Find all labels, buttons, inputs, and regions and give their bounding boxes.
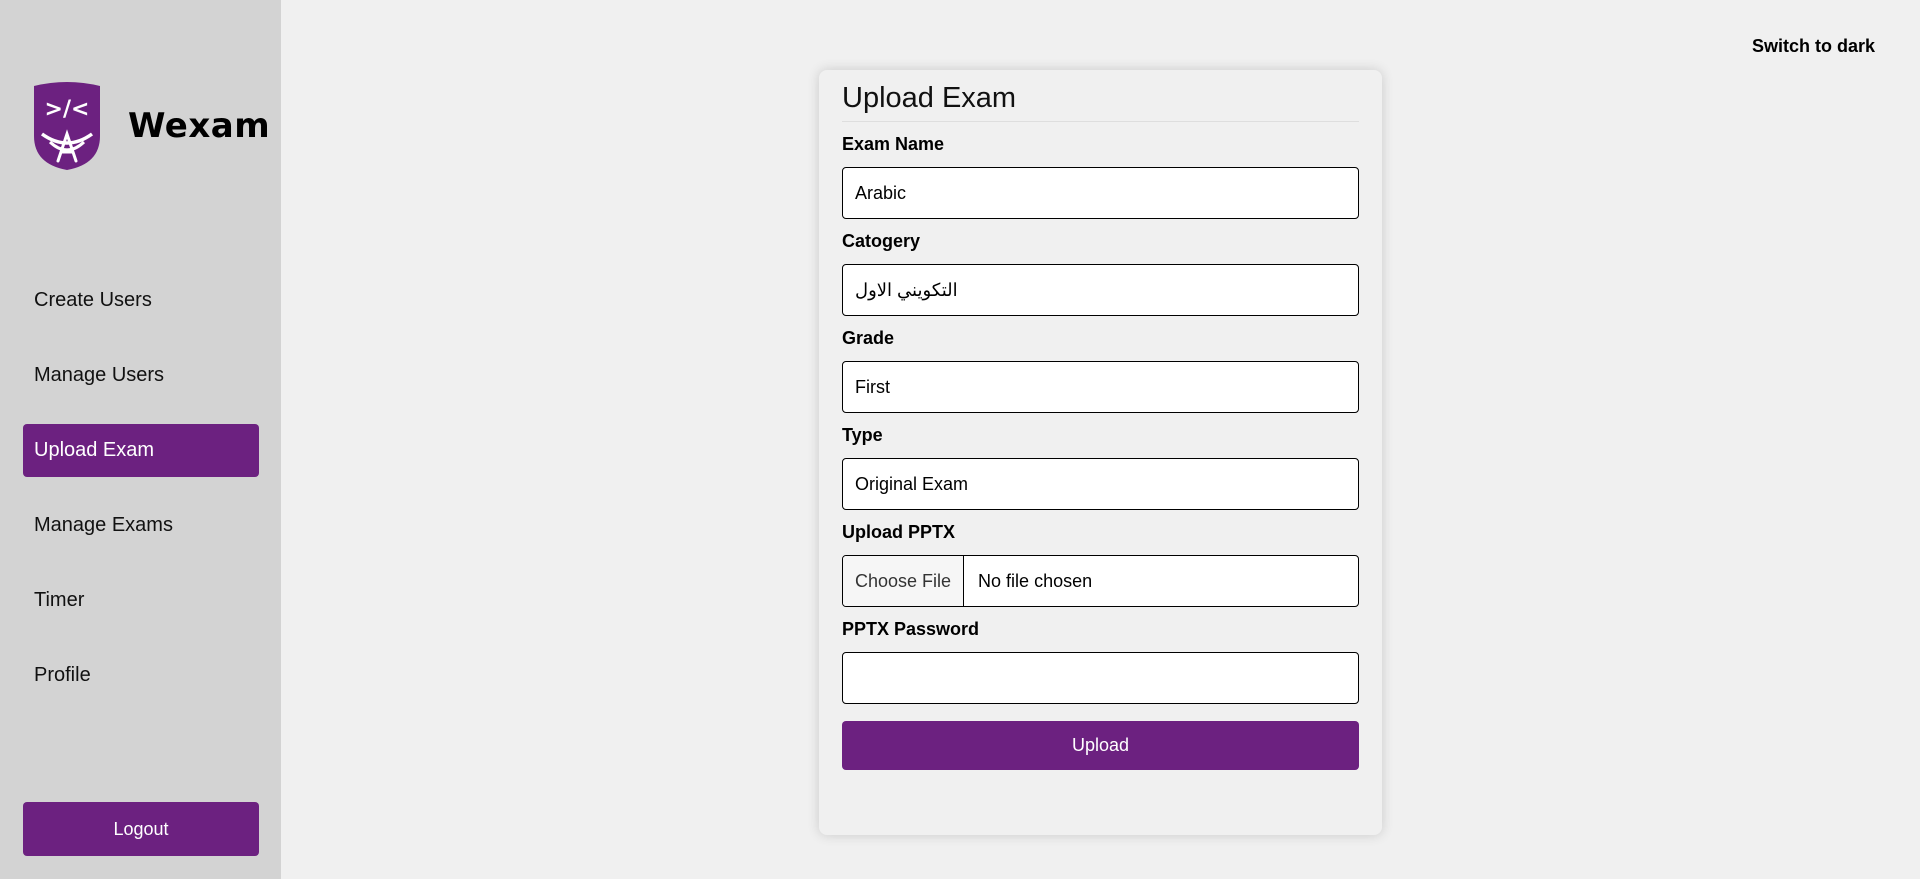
sidebar-item-timer[interactable]: Timer — [23, 574, 259, 627]
sidebar-item-upload-exam[interactable]: Upload Exam — [23, 424, 259, 477]
pptx-password-input[interactable] — [842, 652, 1359, 704]
upload-button[interactable]: Upload — [842, 721, 1359, 770]
wexam-logo-icon: >/< — [34, 82, 100, 170]
exam-name-input[interactable] — [842, 167, 1359, 219]
grade-input[interactable] — [842, 361, 1359, 413]
pptx-file-input[interactable]: Choose File No file chosen — [842, 555, 1359, 607]
brand-name: Wexam — [128, 106, 271, 146]
upload-pptx-label: Upload PPTX — [842, 522, 956, 542]
sidebar-item-profile[interactable]: Profile — [23, 649, 259, 702]
sidebar-item-manage-exams[interactable]: Manage Exams — [23, 499, 259, 552]
sidebar-item-create-users[interactable]: Create Users — [23, 274, 259, 327]
brand[interactable]: >/< Wexam — [28, 82, 270, 170]
upload-exam-form: Upload Exam Exam Name Catogery Grade Typ… — [819, 70, 1382, 835]
pptx-password-label: PPTX Password — [842, 619, 980, 639]
category-label: Catogery — [842, 231, 921, 251]
exam-name-label: Exam Name — [842, 134, 945, 154]
category-input[interactable] — [842, 264, 1359, 316]
sidebar-item-manage-users[interactable]: Manage Users — [23, 349, 259, 402]
sidebar-nav: Create Users Manage Users Upload Exam Ma… — [23, 274, 259, 724]
theme-toggle-link[interactable]: Switch to dark — [1752, 36, 1875, 57]
file-status-text: No file chosen — [978, 570, 1093, 591]
choose-file-button[interactable]: Choose File — [843, 556, 965, 606]
type-label: Type — [842, 425, 883, 445]
form-title: Upload Exam — [842, 82, 1359, 122]
grade-label: Grade — [842, 328, 895, 348]
sidebar: >/< Wexam Create Users Manage Users Uplo… — [0, 0, 281, 879]
logout-button[interactable]: Logout — [23, 802, 259, 856]
svg-text:>/<: >/< — [45, 97, 90, 122]
type-input[interactable] — [842, 458, 1359, 510]
